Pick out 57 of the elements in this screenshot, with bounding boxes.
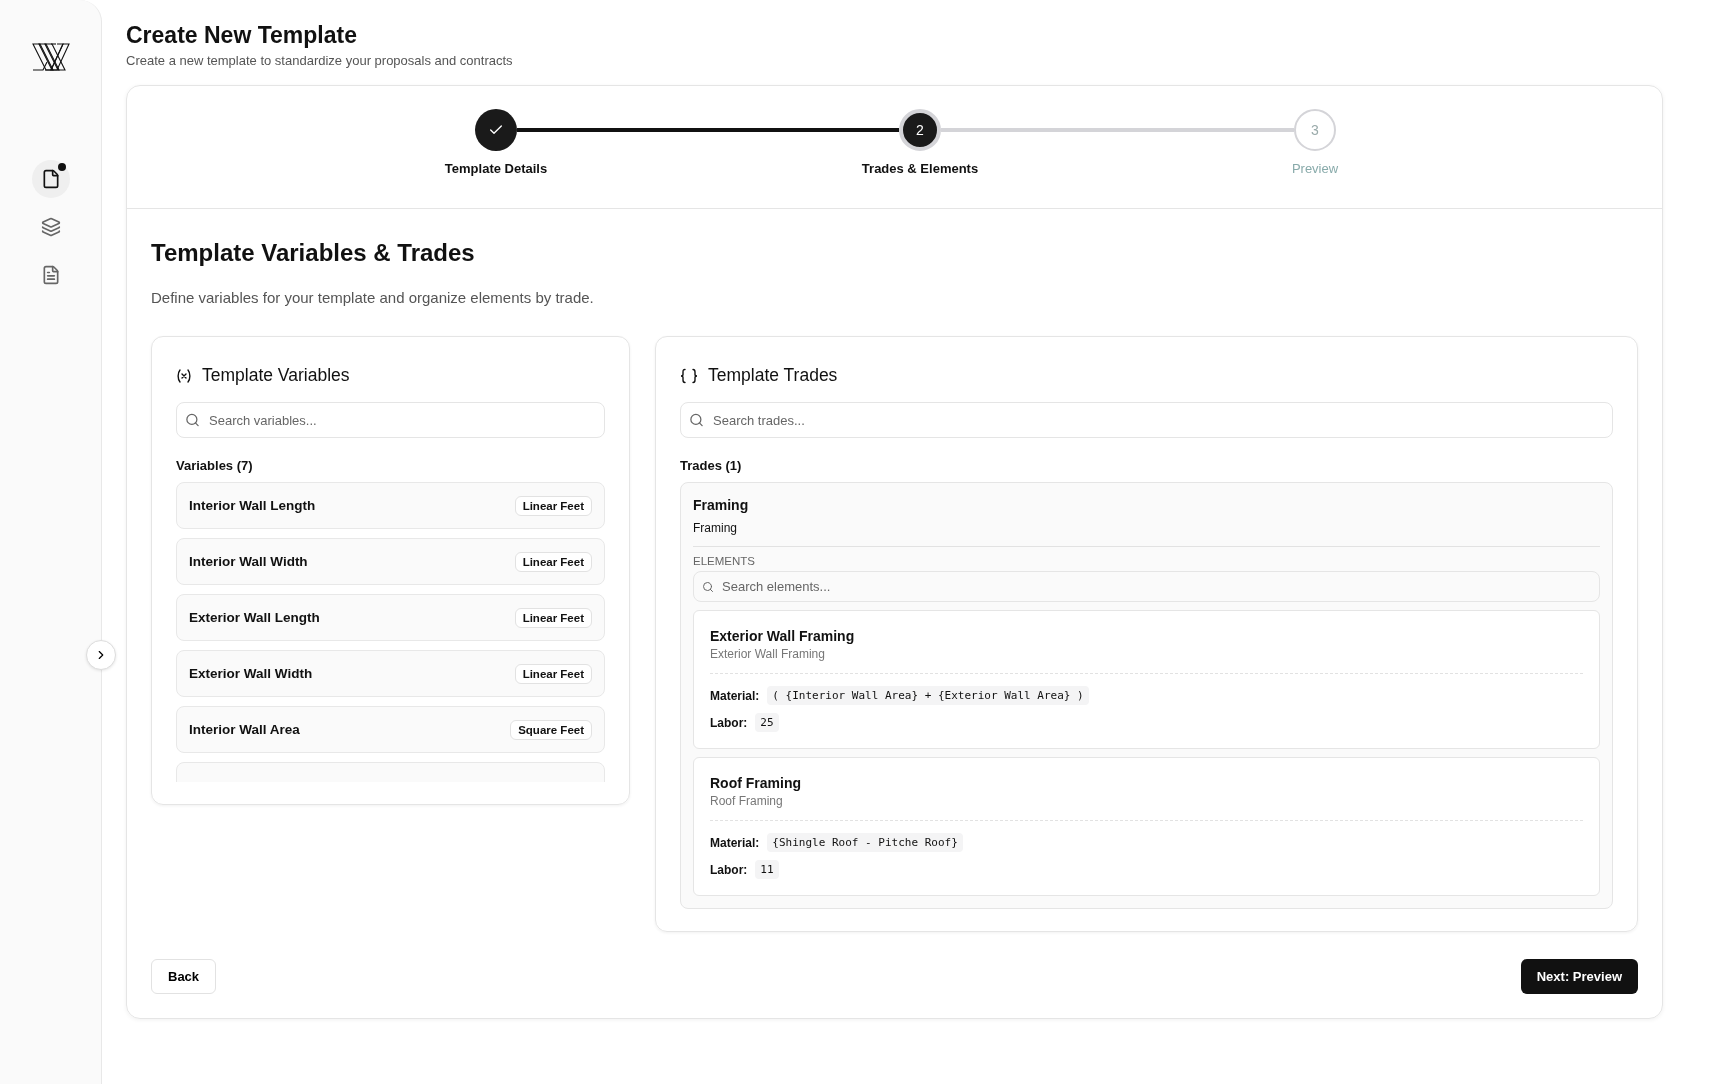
variable-icon bbox=[176, 367, 192, 384]
trade-name: Framing bbox=[693, 497, 750, 513]
labor-label: Labor: bbox=[710, 715, 748, 730]
labor-value: 25 bbox=[755, 713, 779, 732]
page-title: Create New Template bbox=[126, 22, 358, 49]
step-number: 3 bbox=[1311, 122, 1319, 138]
trades-count: Trades (1) bbox=[680, 458, 743, 473]
element-description: Exterior Wall Framing bbox=[710, 647, 826, 661]
logo-icon bbox=[30, 42, 71, 72]
unit-badge: Linear Feet bbox=[514, 607, 592, 628]
trade-description: Framing bbox=[693, 521, 738, 535]
unit-badge: Linear Feet bbox=[514, 495, 592, 516]
unit-badge: Linear Feet bbox=[514, 551, 592, 572]
step-number: 2 bbox=[916, 122, 924, 138]
material-formula: {Shingle Roof - Pitche Roof} bbox=[767, 833, 963, 852]
unit-badge: Linear Feet bbox=[514, 663, 592, 684]
variable-row[interactable]: Exterior Wall Length Linear Feet bbox=[176, 594, 605, 641]
variable-row[interactable]: Exterior Wall Width Linear Feet bbox=[176, 650, 605, 697]
variable-name: Exterior Wall Length bbox=[189, 610, 320, 625]
element-description: Roof Framing bbox=[710, 794, 784, 808]
material-label: Material: bbox=[710, 835, 760, 850]
variables-count: Variables (7) bbox=[176, 458, 254, 473]
variable-name: Interior Wall Length bbox=[189, 498, 316, 513]
panel-title: Template Variables bbox=[202, 365, 350, 386]
layers-icon bbox=[40, 217, 61, 237]
search-field[interactable]: Search elements... bbox=[693, 571, 1600, 602]
labor-label: Labor: bbox=[710, 862, 748, 877]
braces-icon bbox=[680, 367, 698, 384]
back-button[interactable]: Back bbox=[151, 959, 217, 994]
panel-title: Template Trades bbox=[708, 365, 838, 386]
variable-row[interactable]: Interior Wall Length Linear Feet bbox=[176, 482, 605, 529]
element-name: Roof Framing bbox=[710, 775, 802, 791]
step-label: Trades & Elements bbox=[861, 161, 979, 176]
search-icon bbox=[689, 412, 704, 428]
element-name: Exterior Wall Framing bbox=[710, 628, 856, 644]
section-description: Define variables for your template and organize elements by trade. bbox=[151, 289, 595, 306]
elements-label: ELEMENTS bbox=[693, 555, 756, 567]
variable-name: Exterior Wall Width bbox=[189, 666, 313, 681]
material-label: Material: bbox=[710, 688, 760, 703]
labor-value: 11 bbox=[755, 860, 779, 879]
variable-row[interactable]: Interior Wall Area Square Feet bbox=[176, 706, 605, 753]
search-field[interactable]: Search trades... bbox=[680, 402, 1613, 438]
step-label: Template Details bbox=[444, 161, 548, 176]
next-button[interactable]: Next: Preview bbox=[1520, 959, 1638, 994]
variable-name: Interior Wall Width bbox=[189, 554, 308, 569]
step-label: Preview bbox=[1291, 161, 1339, 176]
material-formula: ( {Interior Wall Area} + {Exterior Wall Area} ) bbox=[767, 686, 1089, 705]
page-subtitle: Create a new template to standardize your proposals and contracts bbox=[126, 53, 514, 68]
variable-row[interactable]: Interior Wall Width Linear Feet bbox=[176, 538, 605, 585]
variable-name: Interior Wall Area bbox=[189, 722, 300, 737]
section-title: Template Variables & Trades bbox=[151, 239, 476, 267]
search-icon bbox=[185, 412, 200, 428]
notification-dot bbox=[57, 163, 66, 171]
unit-badge: Square Feet bbox=[510, 719, 592, 740]
search-field[interactable]: Search variables... bbox=[176, 402, 605, 438]
search-icon bbox=[702, 580, 714, 593]
sidebar-item[interactable] bbox=[31, 160, 70, 198]
